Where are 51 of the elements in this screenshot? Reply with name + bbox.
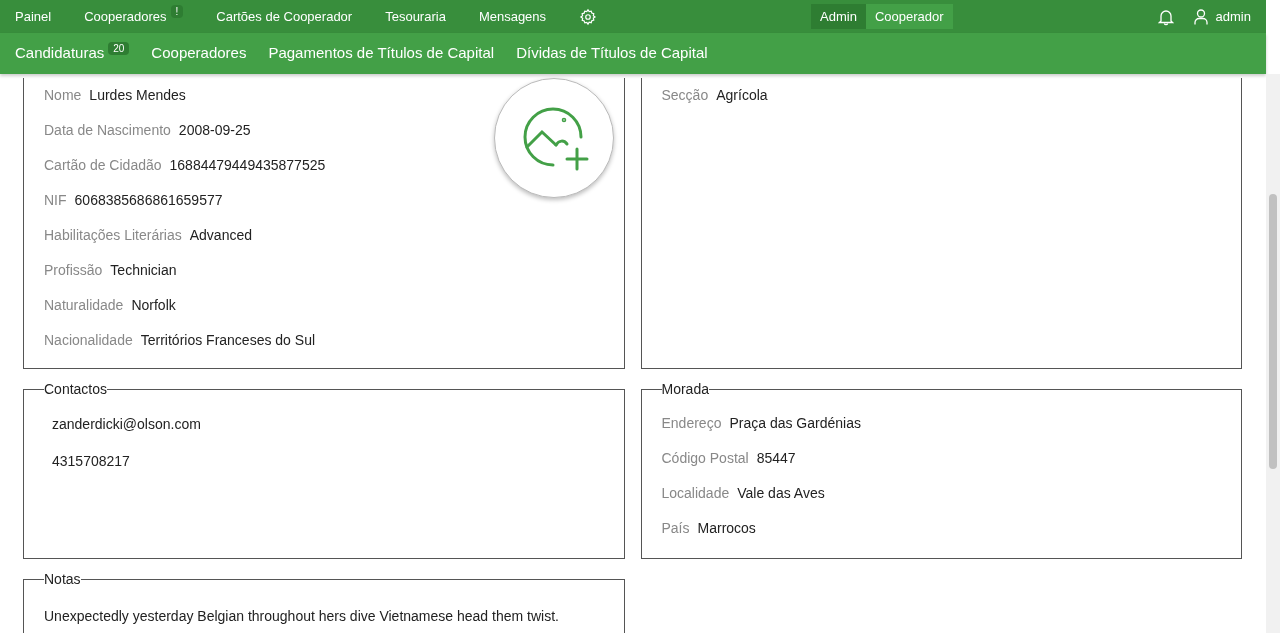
nav-link[interactable]: Cooperadores $^{!}$ — [84, 6, 184, 27]
nav-link[interactable]: Cartões de Cooperador — [216, 6, 353, 27]
field-label: Nome — [44, 86, 82, 105]
field-value: 2008-09-25 — [178, 121, 251, 140]
field-label: Cartão de Cidadão — [44, 156, 162, 175]
field-label: NIF — [44, 191, 67, 210]
role-toggle-button[interactable]: Cooperador — [865, 3, 953, 30]
field-label: Profissão — [44, 261, 103, 280]
nav-link[interactable]: Pagamentos de Títulos de Capital — [268, 42, 495, 65]
field-value: Norfolk — [131, 296, 176, 315]
field-value: Marrocos — [697, 518, 756, 538]
field-value: Praça das Gardénias — [729, 413, 861, 433]
notification-bell-icon[interactable] — [1157, 7, 1174, 26]
nav-link[interactable]: Candidaturas $^{20}$ — [15, 42, 130, 65]
field-value: Agrícola — [716, 86, 768, 105]
panel-legend: Morada — [661, 381, 709, 398]
role-toggle-button[interactable]: Admin — [811, 3, 866, 30]
nav-link[interactable]: Dívidas de Títulos de Capital — [516, 42, 708, 65]
nav-link[interactable]: Tesouraria — [385, 6, 446, 27]
panel-legend: Notas — [44, 570, 81, 588]
settings-icon[interactable] — [579, 7, 598, 26]
field-label: Secção — [661, 86, 709, 105]
field-label: País — [661, 518, 690, 538]
user-icon — [1193, 8, 1208, 25]
field-label: Código Postal — [661, 448, 749, 468]
scrollbar[interactable] — [1266, 74, 1280, 633]
field-label: Naturalidade — [44, 296, 124, 315]
field-label: Localidade — [661, 483, 730, 503]
user-name: admin — [1215, 7, 1251, 26]
count-badge: ! — [170, 4, 184, 18]
field-value: 85447 — [756, 448, 796, 468]
notes-text: Unexpectedly yesterday Belgian throughout hers dive Vietnamese head them twist. — [44, 606, 560, 626]
nav-link[interactable]: Painel — [15, 6, 52, 27]
panel-legend: Contactos — [44, 381, 108, 398]
field-value: Advanced — [189, 226, 252, 245]
field-label: Nacionalidade — [44, 331, 133, 350]
user-menu[interactable]: admin — [1193, 6, 1251, 27]
field-label: Endereço — [661, 413, 722, 433]
nav-link[interactable]: Cooperadores — [151, 42, 247, 65]
nav-link[interactable]: Mensagens — [478, 6, 547, 27]
count-badge: 20 — [108, 42, 130, 56]
contact-value: zanderdicki@olson.com — [51, 414, 202, 434]
field-label: Data de Nascimento — [44, 121, 171, 140]
field-value: Vale das Aves — [737, 483, 825, 503]
field-value: 16884479449435877525 — [169, 156, 326, 175]
field-value: Technician — [110, 261, 177, 280]
field-value: Lurdes Mendes — [89, 86, 186, 105]
field-value: 6068385686861659577 — [74, 191, 223, 210]
field-value: Territórios Franceses do Sul — [140, 331, 316, 350]
field-label: Habilitações Literárias — [44, 226, 182, 245]
contact-value: 4315708217 — [51, 451, 131, 471]
